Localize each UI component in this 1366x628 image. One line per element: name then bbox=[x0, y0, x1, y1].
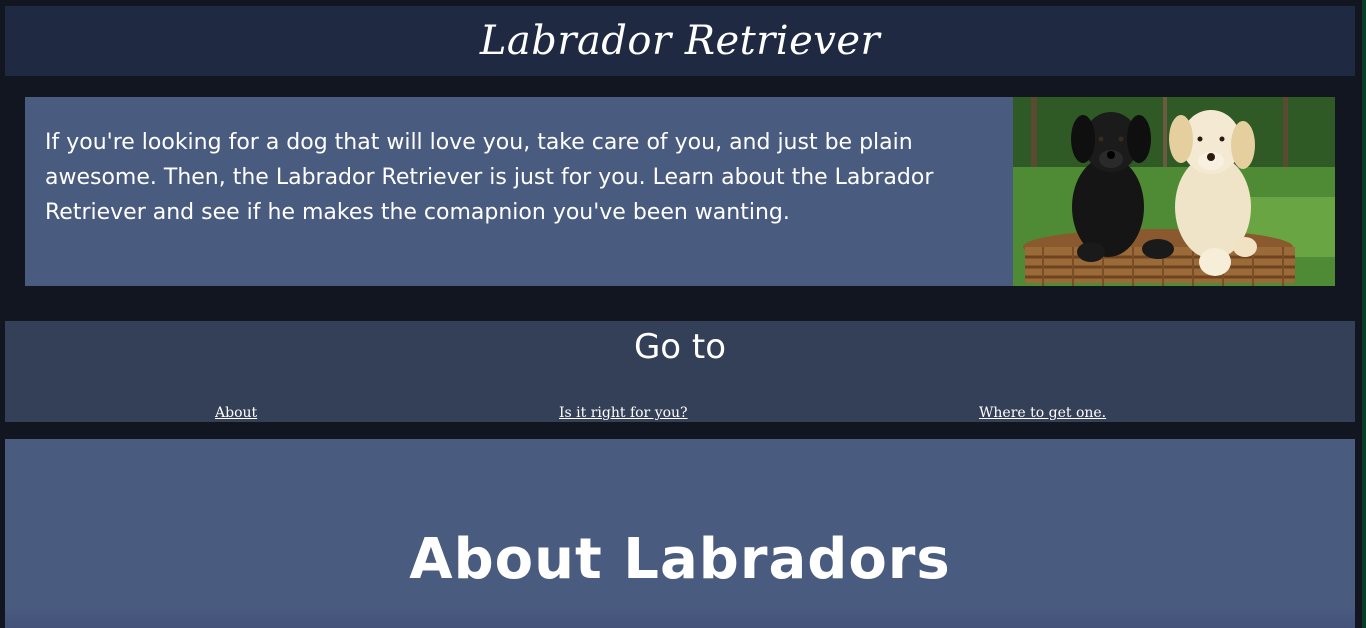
page-title: Labrador Retriever bbox=[479, 18, 881, 64]
about-heading: About Labradors bbox=[409, 527, 951, 592]
nav-link-about[interactable]: About bbox=[215, 405, 257, 421]
go-to-navigation: Go to About Is it right for you? Where t… bbox=[5, 321, 1355, 422]
nav-heading: Go to bbox=[633, 327, 727, 367]
about-section: About Labradors bbox=[5, 439, 1355, 628]
window-edge-strip bbox=[1362, 0, 1366, 628]
puppies-photo bbox=[1013, 97, 1335, 286]
page-header: Labrador Retriever bbox=[5, 6, 1355, 76]
nav-link-where-to-get-one[interactable]: Where to get one. bbox=[979, 405, 1106, 421]
nav-link-is-it-right-for-you[interactable]: Is it right for you? bbox=[559, 405, 688, 421]
intro-section: If you're looking for a dog that will lo… bbox=[25, 97, 1335, 286]
puppies-illustration bbox=[1013, 97, 1335, 286]
intro-text: If you're looking for a dog that will lo… bbox=[45, 130, 934, 225]
